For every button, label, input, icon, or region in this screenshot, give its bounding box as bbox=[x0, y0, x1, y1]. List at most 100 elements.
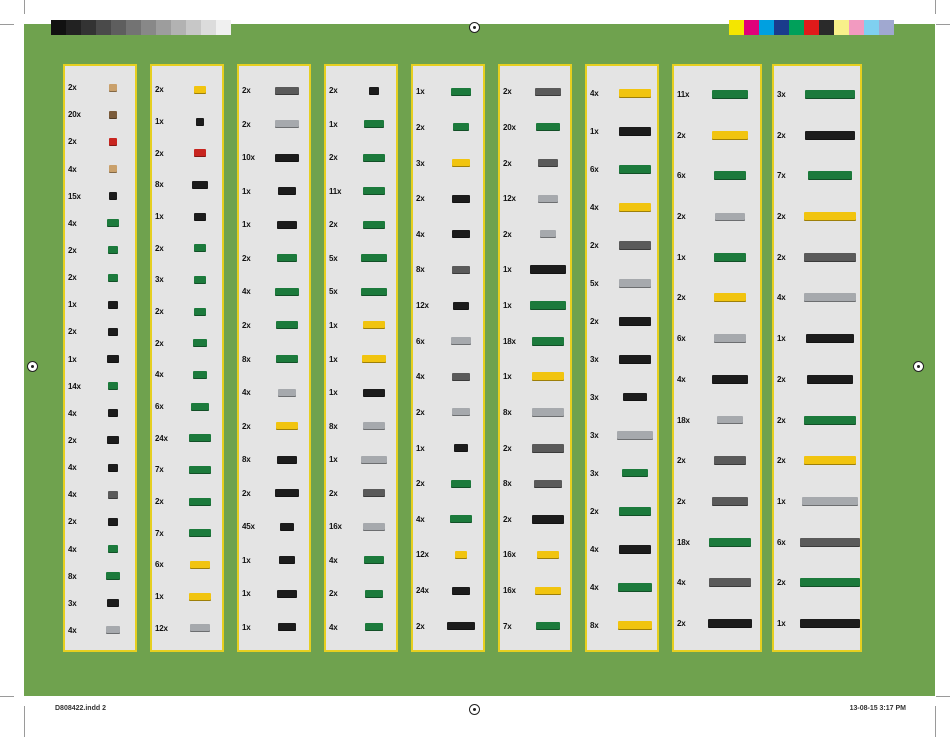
lego-brick-icon bbox=[538, 194, 558, 203]
part-row: 2x bbox=[68, 135, 77, 149]
part-quantity: 1x bbox=[155, 117, 164, 126]
lego-brick-icon bbox=[452, 230, 470, 239]
part-row: 24x bbox=[416, 584, 429, 598]
lego-brick-icon bbox=[108, 490, 118, 499]
part-row: 20x bbox=[68, 108, 81, 122]
lego-brick-icon bbox=[536, 622, 560, 631]
part-quantity: 2x bbox=[155, 85, 164, 95]
part-quantity: 7x bbox=[503, 621, 512, 631]
color-swatch bbox=[804, 20, 819, 35]
part-row: 8x bbox=[590, 618, 599, 632]
lego-brick-icon bbox=[714, 171, 746, 181]
lego-brick-icon bbox=[109, 110, 117, 119]
part-quantity: 4x bbox=[242, 287, 251, 297]
part-quantity: 2x bbox=[777, 578, 786, 588]
part-row: 7x bbox=[155, 463, 164, 477]
lego-brick-icon bbox=[712, 374, 748, 384]
part-row: 7x bbox=[777, 169, 786, 183]
color-swatch bbox=[819, 20, 834, 35]
part-quantity: 24x bbox=[416, 586, 429, 596]
lego-brick-icon bbox=[109, 165, 117, 173]
part-quantity: 1x bbox=[329, 320, 338, 330]
lego-brick-icon bbox=[276, 355, 298, 363]
part-quantity: 2x bbox=[68, 327, 77, 337]
part-row: 1x bbox=[242, 553, 251, 567]
part-row: 2x bbox=[677, 128, 686, 142]
part-row: 2x bbox=[677, 454, 686, 468]
part-quantity: 5x bbox=[329, 253, 338, 263]
part-quantity: 11x bbox=[329, 186, 342, 196]
lego-brick-icon bbox=[108, 545, 118, 553]
footer-file-name: D808422.indd 2 bbox=[55, 705, 106, 712]
lego-brick-icon bbox=[108, 409, 118, 418]
color-swatch bbox=[171, 20, 186, 35]
part-row: 3x bbox=[590, 428, 599, 442]
part-quantity: 3x bbox=[777, 89, 786, 99]
lego-brick-icon bbox=[619, 240, 651, 250]
parts-column: 3x 2x 7x 2x 2x 4x 1x 2x 2x 2x 1x 6x 2x 1x bbox=[772, 64, 862, 652]
part-row: 2x bbox=[677, 210, 686, 224]
lego-brick-icon bbox=[538, 159, 558, 168]
lego-brick-icon bbox=[275, 287, 299, 296]
part-quantity: 1x bbox=[503, 265, 512, 275]
lego-brick-icon bbox=[108, 382, 118, 391]
parts-column: 2x 20x 2x 12x 2x 1x 1x 18x 1x 8x 2x 8x 2x 16x 16x 7x bbox=[498, 64, 572, 652]
part-quantity: 1x bbox=[777, 497, 786, 506]
lego-brick-icon bbox=[363, 187, 385, 196]
lego-brick-icon bbox=[452, 372, 470, 381]
part-row: 2x bbox=[590, 238, 599, 252]
part-quantity: 4x bbox=[68, 463, 77, 473]
part-row: 1x bbox=[155, 590, 164, 604]
part-row: 2x bbox=[155, 146, 164, 160]
lego-brick-icon bbox=[453, 301, 469, 310]
crop-mark bbox=[935, 0, 936, 14]
lego-brick-icon bbox=[619, 164, 651, 174]
lego-brick-icon bbox=[194, 307, 206, 316]
lego-brick-icon bbox=[193, 339, 207, 348]
part-row: 2x bbox=[329, 587, 338, 601]
part-row: 3x bbox=[590, 466, 599, 480]
part-quantity: 2x bbox=[416, 621, 425, 631]
part-row: 2x bbox=[242, 251, 251, 265]
part-row: 3x bbox=[590, 390, 599, 404]
part-row: 1x bbox=[242, 620, 251, 634]
lego-brick-icon bbox=[190, 560, 210, 569]
part-row: 2x bbox=[777, 210, 786, 224]
lego-brick-icon bbox=[715, 212, 745, 221]
color-swatch bbox=[759, 20, 774, 35]
part-row: 1x bbox=[503, 263, 512, 277]
lego-brick-icon bbox=[196, 117, 204, 126]
part-quantity: 2x bbox=[677, 456, 686, 466]
part-quantity: 14x bbox=[68, 381, 81, 391]
lego-brick-icon bbox=[709, 578, 751, 588]
color-swatch bbox=[729, 20, 744, 35]
lego-brick-icon bbox=[194, 149, 206, 158]
part-row: 3x bbox=[590, 352, 599, 366]
part-quantity: 7x bbox=[155, 465, 164, 475]
part-row: 5x bbox=[590, 276, 599, 290]
part-row: 2x bbox=[416, 120, 425, 134]
lego-brick-icon bbox=[194, 275, 206, 284]
part-row: 2x bbox=[329, 218, 338, 232]
part-row: 2x bbox=[503, 85, 512, 99]
part-row: 2x bbox=[242, 117, 251, 131]
part-row: 12x bbox=[155, 621, 168, 635]
part-quantity: 2x bbox=[68, 273, 77, 283]
part-row: 6x bbox=[590, 162, 599, 176]
part-row: 6x bbox=[677, 332, 686, 346]
part-row: 2x bbox=[416, 619, 425, 633]
part-quantity: 1x bbox=[242, 186, 251, 196]
lego-brick-icon bbox=[192, 180, 208, 189]
lego-brick-icon bbox=[530, 265, 566, 275]
registration-mark-icon bbox=[469, 22, 480, 33]
part-row: 12x bbox=[416, 548, 429, 562]
part-quantity: 6x bbox=[677, 334, 686, 344]
lego-brick-icon bbox=[712, 89, 748, 99]
lego-brick-icon bbox=[619, 544, 651, 554]
part-quantity: 2x bbox=[503, 158, 512, 168]
part-row: 2x bbox=[329, 486, 338, 500]
part-quantity: 2x bbox=[590, 240, 599, 250]
part-quantity: 2x bbox=[329, 153, 338, 163]
part-row: 8x bbox=[503, 405, 512, 419]
part-quantity: 4x bbox=[242, 388, 251, 398]
